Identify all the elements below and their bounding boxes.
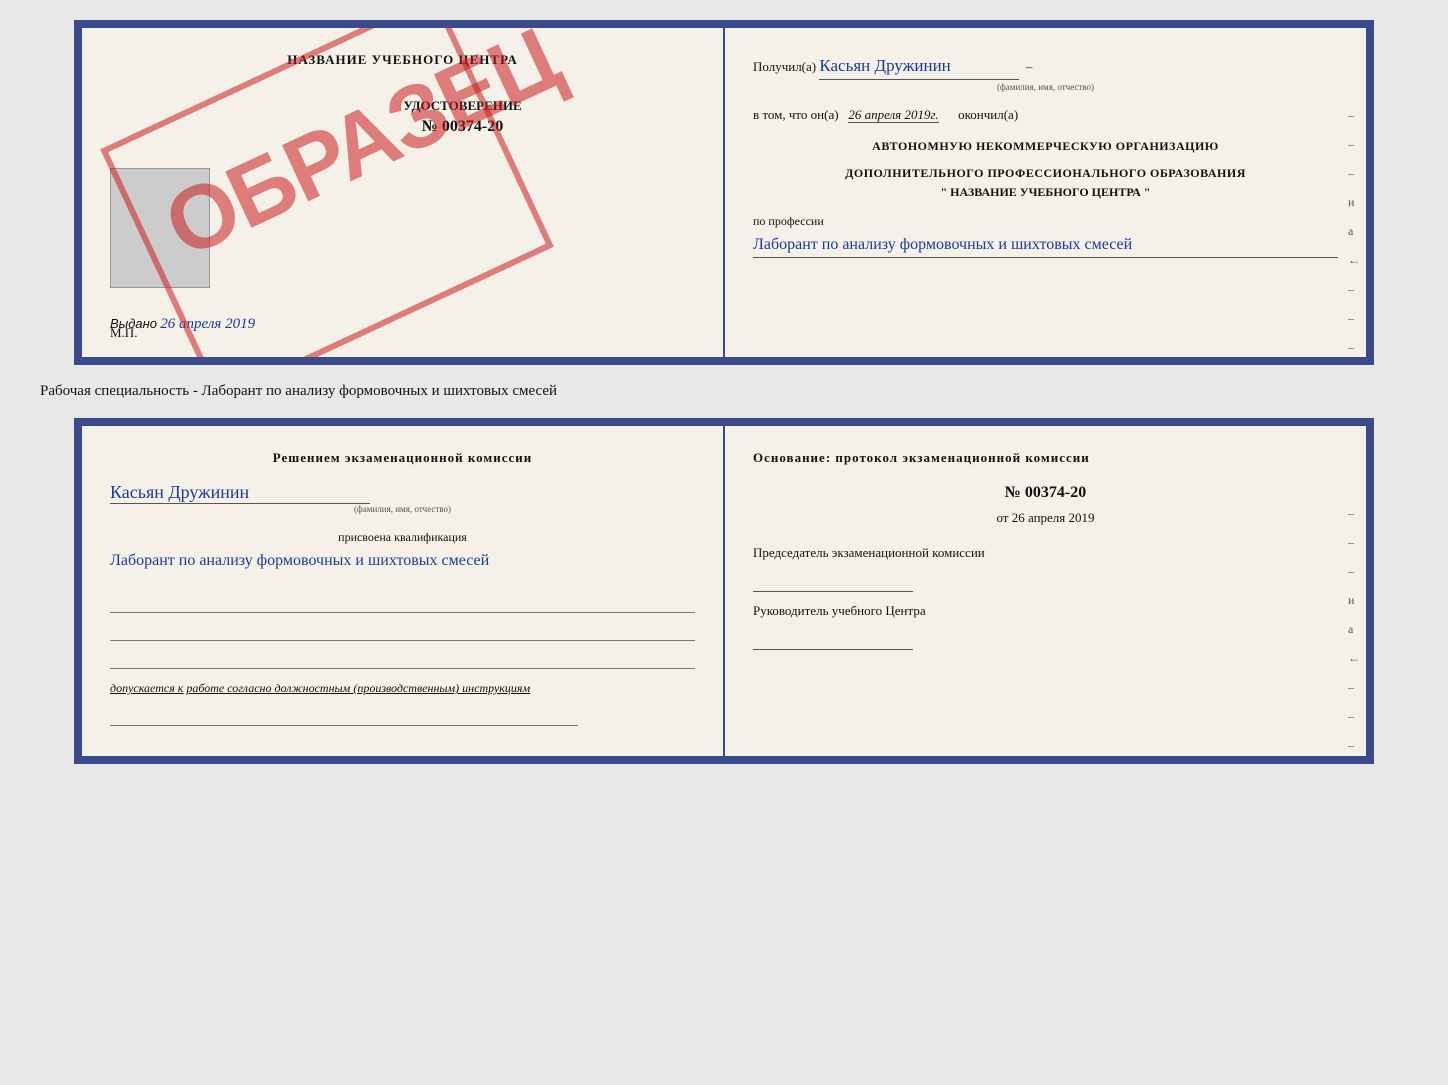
sig-line-2 xyxy=(110,619,695,641)
sig-line-1 xyxy=(110,591,695,613)
lower-name-block: Касьян Дружинин (фамилия, имя, отчество) xyxy=(110,482,695,514)
cert-photo-placeholder xyxy=(110,168,210,288)
admission-sig-line xyxy=(110,704,578,726)
lower-right-panel: Основание: протокол экзаменационной коми… xyxy=(725,426,1366,756)
lower-left-panel: Решением экзаменационной комиссии Касьян… xyxy=(82,426,725,756)
completed-prefix: в том, что он(а) xyxy=(753,107,839,122)
upper-document-card: НАЗВАНИЕ УЧЕБНОГО ЦЕНТРА ОБРАЗЕЦ УДОСТОВ… xyxy=(74,20,1374,365)
lower-intro: Решением экзаменационной комиссии xyxy=(110,450,695,466)
completed-suffix: окончил(а) xyxy=(958,107,1018,122)
chairman-label: Председатель экзаменационной комиссии xyxy=(753,544,1338,562)
basis-label: Основание: протокол экзаменационной коми… xyxy=(753,450,1338,466)
side-dashes-lower: – – – и а ← – – – xyxy=(1348,506,1360,753)
lower-document-card: Решением экзаменационной комиссии Касьян… xyxy=(74,418,1374,764)
specialty-text: Рабочая специальность - Лаборант по анал… xyxy=(20,383,557,400)
received-label: Получил(а) xyxy=(753,59,816,74)
admission-value: работе согласно должностным (производств… xyxy=(186,681,530,695)
lower-admission: допускается к работе согласно должностны… xyxy=(110,681,695,696)
lower-doc-date: от 26 апреля 2019 xyxy=(753,510,1338,526)
cert-body: УДОСТОВЕРЕНИЕ № 00374-20 xyxy=(230,98,695,136)
name-subtext: (фамилия, имя, отчество) xyxy=(753,80,1338,94)
lower-doc-number: № 00374-20 xyxy=(753,484,1338,502)
org-line1: АВТОНОМНУЮ НЕКОММЕРЧЕСКУЮ ОРГАНИЗАЦИЮ xyxy=(753,139,1338,154)
admission-label: допускается к xyxy=(110,681,183,695)
org-name: " НАЗВАНИЕ УЧЕБНОГО ЦЕНТРА " xyxy=(753,185,1338,200)
profession-value: Лаборант по анализу формовочных и шихтов… xyxy=(753,233,1338,258)
upper-left-panel: НАЗВАНИЕ УЧЕБНОГО ЦЕНТРА ОБРАЗЕЦ УДОСТОВ… xyxy=(82,28,725,357)
cert-issued: Выдано 26 апреля 2019 xyxy=(110,316,695,333)
completed-date: 26 апреля 2019г. xyxy=(848,107,938,123)
mp-label: М.П. xyxy=(110,325,137,341)
date-prefix: от xyxy=(996,510,1008,525)
qualification-value: Лаборант по анализу формовочных и шихтов… xyxy=(110,549,695,573)
side-dashes-upper: – – – и а ← – – – xyxy=(1348,108,1360,355)
org-line2: ДОПОЛНИТЕЛЬНОГО ПРОФЕССИОНАЛЬНОГО ОБРАЗО… xyxy=(753,166,1338,181)
qualification-label: присвоена квалификация xyxy=(110,530,695,545)
lower-name: Касьян Дружинин xyxy=(110,482,370,504)
cert-number: № 00374-20 xyxy=(230,118,695,136)
sig-line-3 xyxy=(110,647,695,669)
received-line: Получил(а) Касьян Дружинин – (фамилия, и… xyxy=(753,52,1338,95)
profession-label: по профессии xyxy=(753,214,1338,229)
head-label: Руководитель учебного Центра xyxy=(753,602,1338,620)
lower-signature-lines xyxy=(110,591,695,669)
cert-title: НАЗВАНИЕ УЧЕБНОГО ЦЕНТРА xyxy=(110,52,695,68)
head-sig-line xyxy=(753,628,913,650)
date-value: 26 апреля 2019 xyxy=(1012,510,1095,525)
lower-name-note: (фамилия, имя, отчество) xyxy=(110,504,695,514)
issued-date: 26 апреля 2019 xyxy=(160,316,255,332)
chairman-sig-line xyxy=(753,570,913,592)
received-name: Касьян Дружинин xyxy=(819,52,1019,80)
cert-label: УДОСТОВЕРЕНИЕ xyxy=(230,98,695,114)
upper-right-panel: Получил(а) Касьян Дружинин – (фамилия, и… xyxy=(725,28,1366,357)
completed-line: в том, что он(а) 26 апреля 2019г. окончи… xyxy=(753,105,1338,126)
